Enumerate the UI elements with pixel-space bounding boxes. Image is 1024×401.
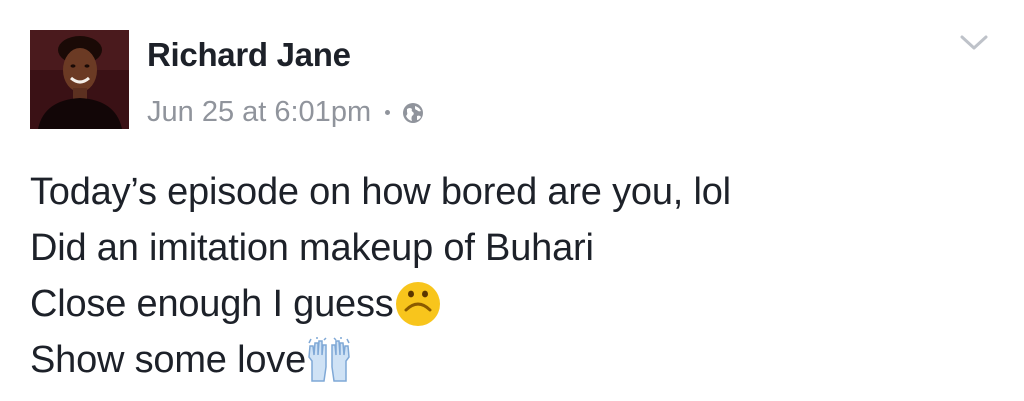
post-line: Close enough I guess bbox=[30, 276, 990, 332]
post-line: Today’s episode on how bored are you, lo… bbox=[30, 164, 990, 220]
post-line-text: Did an imitation makeup of Buhari bbox=[30, 227, 594, 269]
post-meta: Jun 25 at 6:01pm bbox=[147, 92, 424, 132]
post-line-text: Today’s episode on how bored are you, lo… bbox=[30, 171, 731, 213]
avatar[interactable] bbox=[30, 30, 129, 129]
post-body: Today’s episode on how bored are you, lo… bbox=[30, 164, 990, 388]
globe-icon[interactable] bbox=[402, 101, 424, 123]
raised-hands-emoji bbox=[306, 337, 352, 383]
upside-down-face-emoji bbox=[394, 281, 444, 327]
meta-separator bbox=[385, 109, 391, 115]
feed-post: Richard Jane Jun 25 at 6:01pm Today’s ep… bbox=[0, 0, 1024, 401]
post-line-text: Close enough I guess bbox=[30, 283, 394, 325]
post-timestamp[interactable]: Jun 25 at 6:01pm bbox=[147, 97, 371, 127]
post-line: Show some love bbox=[30, 332, 990, 388]
post-line: Did an imitation makeup of Buhari bbox=[30, 220, 990, 276]
post-line-text: Show some love bbox=[30, 339, 307, 381]
profile-photo bbox=[30, 30, 129, 129]
author-name[interactable]: Richard Jane bbox=[147, 38, 351, 71]
chevron-down-icon[interactable] bbox=[957, 30, 991, 54]
